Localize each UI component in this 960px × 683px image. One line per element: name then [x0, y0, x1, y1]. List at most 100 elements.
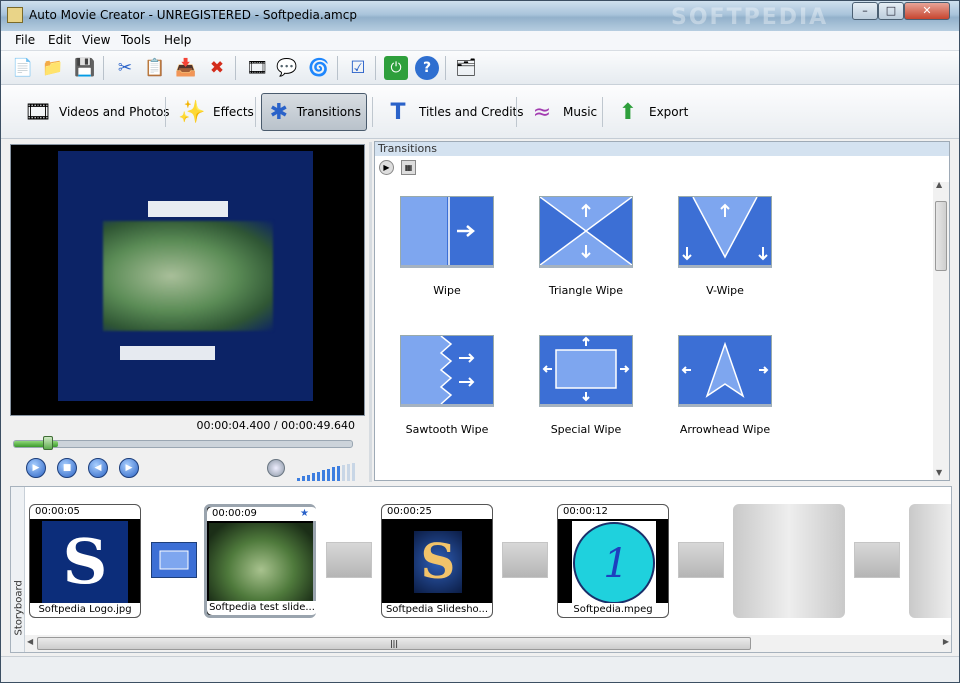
menu-file[interactable]: File [15, 33, 35, 47]
preview-image-blob [103, 221, 273, 331]
wipe-thumbnail [400, 196, 494, 268]
scroll-down-icon[interactable]: ▼ [936, 468, 942, 477]
transition-label: Sawtooth Wipe [405, 423, 489, 436]
panel-splitter[interactable] [369, 142, 372, 482]
speech-bubble-icon[interactable]: 💬 [275, 56, 299, 80]
toolbar-separator [445, 56, 446, 80]
film-strip-icon[interactable]: ▦ [401, 160, 416, 175]
transition-sawtooth-wipe[interactable]: Sawtooth Wipe [399, 323, 495, 457]
transition-wipe[interactable]: Wipe [399, 184, 495, 318]
storyboard-transition-wipe[interactable] [151, 542, 197, 578]
storyboard-transition-slot[interactable] [326, 542, 372, 578]
export-arrow-icon: ⬆ [618, 99, 638, 125]
nav-separator [165, 97, 166, 127]
storyboard-transition-slot[interactable] [678, 542, 724, 578]
clip-duration: 00:00:25 [382, 505, 492, 519]
swirl-icon[interactable]: 🌀 [307, 56, 331, 80]
effects-button[interactable]: ✨ Effects [171, 93, 260, 131]
sawtooth-wipe-thumbnail [400, 335, 494, 407]
clip-duration: 00:00:12 [558, 505, 668, 519]
videos-and-photos-button[interactable]: 🎞 Videos and Photos [17, 93, 176, 131]
volume-level[interactable] [297, 462, 359, 481]
transition-label: Wipe [433, 284, 461, 297]
seek-thumb[interactable] [43, 436, 53, 450]
video-preview[interactable] [10, 144, 365, 416]
preview-transition-icon[interactable]: ▶ [379, 160, 394, 175]
storyboard-clip[interactable]: 00:00:09 ★ Softpedia test slide... [204, 504, 317, 618]
clip-thumbnail: S [414, 531, 462, 593]
toolbar-separator [375, 56, 376, 80]
storyboard-clip[interactable]: 00:00:12 1 Softpedia.mpeg [557, 504, 669, 618]
transitions-panel: Transitions ▶ ▦ Wipe Triangle Wipe V-Wip… [374, 141, 950, 481]
scroll-left-icon[interactable]: ◀ [27, 637, 33, 646]
open-project-icon[interactable]: 📁 [41, 56, 65, 80]
transitions-button[interactable]: ✱ Transitions [261, 93, 367, 131]
menu-tools[interactable]: Tools [121, 33, 151, 47]
player-timecode: 00:00:04.400 / 00:00:49.640 [196, 419, 356, 432]
titles-and-credits-button[interactable]: T Titles and Credits [377, 93, 530, 131]
scroll-right-icon[interactable]: ▶ [943, 637, 949, 646]
seek-bar[interactable] [13, 440, 353, 448]
transition-label: Arrowhead Wipe [679, 423, 771, 436]
toolbar-separator [337, 56, 338, 80]
triangle-wipe-thumbnail [539, 196, 633, 268]
power-icon[interactable]: ⏻ [384, 56, 408, 80]
storyboard-transition-slot[interactable] [854, 542, 900, 578]
previous-frame-button[interactable]: ◀ [88, 458, 108, 478]
delete-icon[interactable]: ✖ [205, 56, 229, 80]
cut-icon[interactable]: ✂ [113, 56, 137, 80]
transition-v-wipe[interactable]: V-Wipe [677, 184, 773, 318]
checklist-icon[interactable]: ☑ [346, 56, 370, 80]
transition-triangle-wipe[interactable]: Triangle Wipe [538, 184, 634, 318]
main-toolbar: 📄 📁 💾 ✂ 📋 📥 ✖ 🎞 💬 🌀 ☑ ⏻ ? 🗂 [1, 51, 959, 85]
scroll-thumb[interactable]: ||| [37, 637, 751, 650]
paste-icon[interactable]: 📥 [174, 56, 198, 80]
clip-duration: 00:00:05 [30, 505, 140, 519]
music-label: Music [563, 105, 598, 119]
app-icon [7, 7, 23, 23]
close-button[interactable]: ✕ [904, 2, 950, 20]
help-icon[interactable]: ? [415, 56, 439, 80]
magic-wand-icon: ✨ [178, 99, 206, 125]
export-label: Export [649, 105, 689, 119]
workflow-bar: 🎞 Videos and Photos ✨ Effects ✱ Transiti… [1, 85, 959, 139]
copy-icon[interactable]: 📋 [143, 56, 167, 80]
transitions-label: Transitions [296, 105, 361, 119]
window-title: Auto Movie Creator - UNREGISTERED - Soft… [29, 8, 357, 22]
next-frame-button[interactable]: ▶ [119, 458, 139, 478]
scroll-up-icon[interactable]: ▲ [936, 180, 942, 189]
menu-edit[interactable]: Edit [48, 33, 71, 47]
storyboard-transition-slot[interactable] [502, 542, 548, 578]
new-project-icon[interactable]: 📄 [11, 56, 35, 80]
film-icon[interactable]: 🎞 [245, 56, 269, 80]
storyboard-scrollbar[interactable]: ◀ ||| ▶ [25, 635, 951, 652]
maximize-button[interactable]: □ [878, 2, 904, 20]
save-project-icon[interactable]: 💾 [73, 56, 97, 80]
menu-bar: File Edit View Tools Help [1, 31, 959, 51]
nav-separator [372, 97, 373, 127]
export-button[interactable]: ⬆ Export [607, 93, 694, 131]
storyboard-clip[interactable]: 00:00:25 S Softpedia Slidesho... [381, 504, 493, 618]
volume-knob-icon[interactable] [267, 459, 285, 477]
menu-help[interactable]: Help [164, 33, 191, 47]
scroll-thumb[interactable] [935, 201, 947, 271]
transitions-panel-header: Transitions [375, 142, 949, 156]
storyboard-clip[interactable]: 00:00:05 S Softpedia Logo.jpg [29, 504, 141, 618]
transition-arrowhead-wipe[interactable]: Arrowhead Wipe [677, 323, 773, 457]
play-button[interactable]: ▶ [26, 458, 46, 478]
register-icon[interactable]: 🗂 [454, 56, 478, 80]
empty-clip-slot[interactable] [733, 504, 845, 618]
nav-separator [255, 97, 256, 127]
empty-clip-slot[interactable] [909, 504, 951, 618]
transition-special-wipe[interactable]: Special Wipe [538, 323, 634, 457]
transitions-scrollbar[interactable]: ▲ ▼ [933, 180, 949, 480]
effects-label: Effects [213, 105, 254, 119]
minimize-button[interactable]: – [852, 2, 878, 20]
softpedia-watermark: SOFTPEDIA [671, 5, 829, 30]
menu-view[interactable]: View [82, 33, 110, 47]
music-button[interactable]: ≈ Music [521, 93, 603, 131]
v-wipe-thumbnail [678, 196, 772, 268]
stop-button[interactable]: ■ [57, 458, 77, 478]
storyboard-tab[interactable]: Storyboard [11, 487, 25, 652]
videos-and-photos-label: Videos and Photos [59, 105, 170, 119]
